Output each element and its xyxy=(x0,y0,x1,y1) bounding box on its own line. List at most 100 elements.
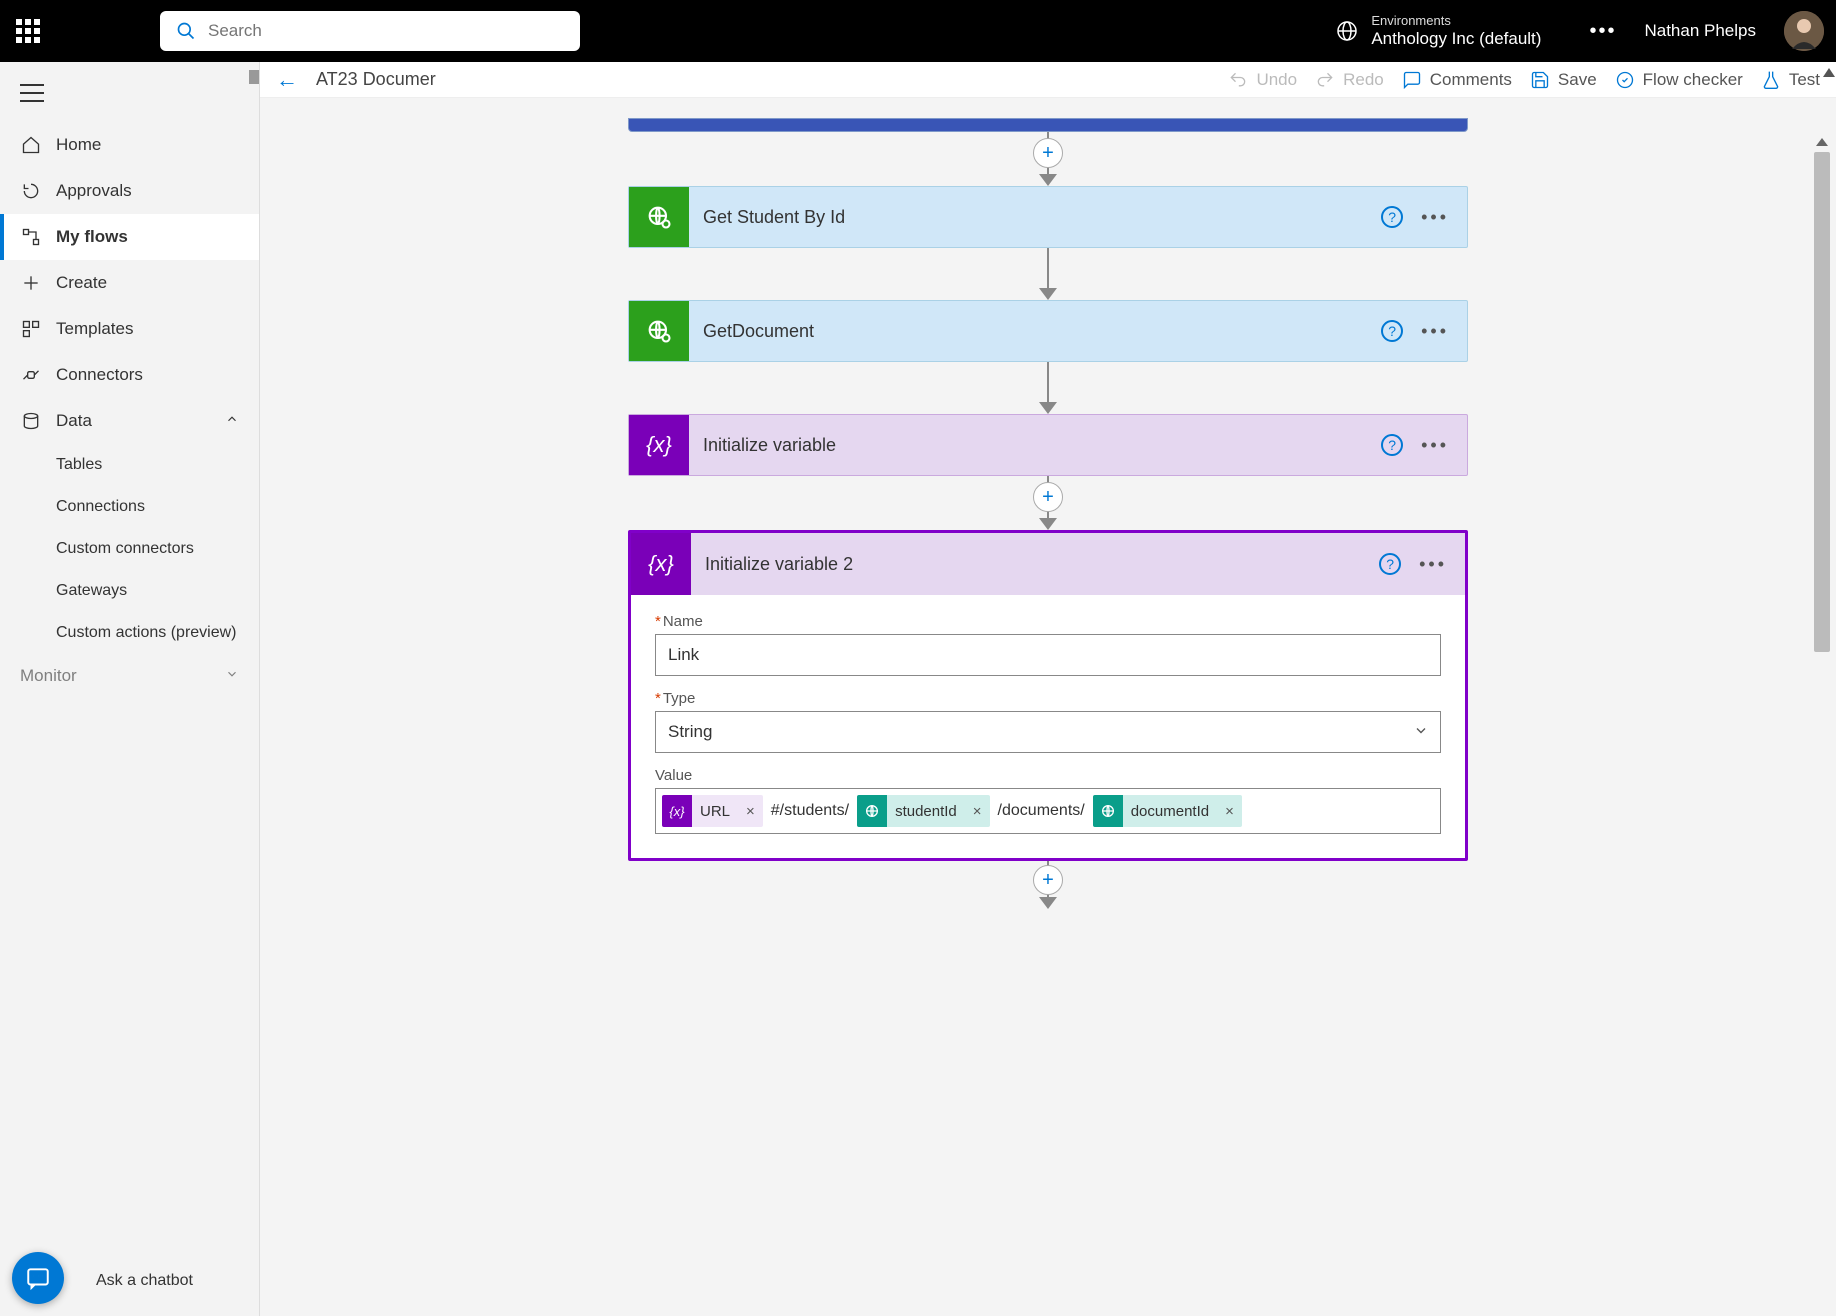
token-remove-button[interactable]: × xyxy=(1217,795,1242,827)
environment-label: Environments xyxy=(1371,13,1541,29)
chevron-down-icon xyxy=(225,666,239,686)
token-remove-button[interactable]: × xyxy=(965,795,990,827)
flows-icon xyxy=(20,226,42,248)
add-step-button[interactable]: + xyxy=(1033,138,1063,168)
test-button[interactable]: Test xyxy=(1761,70,1820,90)
sidebar-item-gateways[interactable]: Gateways xyxy=(56,570,259,612)
templates-icon xyxy=(20,318,42,340)
token-url[interactable]: {x} URL × xyxy=(662,795,763,827)
globe-icon xyxy=(1335,19,1359,43)
avatar[interactable] xyxy=(1784,11,1824,51)
step-more-button[interactable]: ••• xyxy=(1419,554,1447,575)
save-button[interactable]: Save xyxy=(1530,70,1597,90)
redo-button[interactable]: Redo xyxy=(1315,70,1384,90)
canvas-scrollbar[interactable] xyxy=(1814,138,1830,652)
sidebar-data-subnav: Tables Connections Custom connectors Gat… xyxy=(0,444,259,654)
sidebar-item-tables[interactable]: Tables xyxy=(56,444,259,486)
step-more-button[interactable]: ••• xyxy=(1421,435,1449,456)
chatbot-button[interactable] xyxy=(12,1252,64,1304)
sidebar-item-approvals[interactable]: Approvals xyxy=(0,168,259,214)
search-input[interactable] xyxy=(208,21,564,41)
sidebar-item-label: My flows xyxy=(56,227,128,247)
search-icon xyxy=(176,21,196,41)
flow-title: AT23 Documer xyxy=(316,69,436,90)
help-icon[interactable]: ? xyxy=(1381,320,1403,342)
sidebar: Home Approvals My flows Create Templates… xyxy=(0,62,260,1316)
sidebar-item-label: Custom actions (preview) xyxy=(56,624,237,642)
name-field-label: *Name xyxy=(655,613,1441,630)
http-icon xyxy=(629,187,689,247)
plus-icon xyxy=(20,272,42,294)
value-input[interactable]: {x} URL × #/students/ studentId × xyxy=(655,788,1441,834)
literal-text: /documents/ xyxy=(994,802,1089,820)
help-icon[interactable]: ? xyxy=(1381,434,1403,456)
sidebar-item-label: Monitor xyxy=(20,666,77,686)
type-field-label: *Type xyxy=(655,690,1441,707)
undo-button[interactable]: Undo xyxy=(1228,70,1297,90)
approvals-icon xyxy=(20,180,42,202)
sidebar-toggle[interactable] xyxy=(0,62,259,112)
save-label: Save xyxy=(1558,70,1597,90)
sidebar-scrollbar[interactable] xyxy=(249,70,259,84)
arrow-icon xyxy=(1039,288,1057,300)
sidebar-item-data[interactable]: Data xyxy=(0,398,259,444)
search-box[interactable] xyxy=(160,11,580,51)
ask-chatbot-label: Ask a chatbot xyxy=(96,1272,193,1290)
chat-icon xyxy=(25,1265,51,1291)
sidebar-item-templates[interactable]: Templates xyxy=(0,306,259,352)
home-icon xyxy=(20,134,42,156)
comments-button[interactable]: Comments xyxy=(1402,70,1512,90)
back-button[interactable]: ← xyxy=(276,67,298,93)
sidebar-item-monitor[interactable]: Monitor xyxy=(0,654,259,698)
help-icon[interactable]: ? xyxy=(1379,553,1401,575)
sidebar-item-custom-connectors[interactable]: Custom connectors xyxy=(56,528,259,570)
add-step-button[interactable]: + xyxy=(1033,865,1063,895)
help-icon[interactable]: ? xyxy=(1381,206,1403,228)
arrow-icon xyxy=(1039,518,1057,530)
hamburger-icon xyxy=(20,84,44,102)
sidebar-item-connectors[interactable]: Connectors xyxy=(0,352,259,398)
test-label: Test xyxy=(1789,70,1820,90)
http-icon xyxy=(629,301,689,361)
token-student-id[interactable]: studentId × xyxy=(857,795,989,827)
step-get-student-by-id[interactable]: Get Student By Id ?••• xyxy=(628,186,1468,248)
sidebar-item-label: Create xyxy=(56,273,107,293)
arrow-icon xyxy=(1039,897,1057,909)
dynamic-content-icon xyxy=(857,795,887,827)
type-select[interactable] xyxy=(655,711,1441,753)
step-title: Initialize variable 2 xyxy=(691,554,1379,575)
name-input[interactable] xyxy=(655,634,1441,676)
undo-label: Undo xyxy=(1256,70,1297,90)
step-initialize-variable[interactable]: {x} Initialize variable ? ••• xyxy=(628,414,1468,476)
chevron-up-icon xyxy=(225,411,239,431)
add-step-button[interactable]: + xyxy=(1033,482,1063,512)
flow-canvas[interactable]: + Get Student By Id ?••• GetDocument ?••… xyxy=(260,98,1836,1316)
token-label: URL xyxy=(692,795,738,827)
flow-checker-button[interactable]: Flow checker xyxy=(1615,70,1743,90)
step-form: *Name *Type Value xyxy=(631,595,1465,858)
sidebar-item-home[interactable]: Home xyxy=(0,122,259,168)
topbar-more-button[interactable]: ••• xyxy=(1589,20,1616,43)
variable-icon: {x} xyxy=(631,533,691,595)
sidebar-item-create[interactable]: Create xyxy=(0,260,259,306)
sidebar-item-label: Templates xyxy=(56,319,133,339)
connectors-icon xyxy=(20,364,42,386)
collapsed-step-stub[interactable] xyxy=(628,118,1468,132)
variable-icon: {x} xyxy=(662,795,692,827)
token-document-id[interactable]: documentId × xyxy=(1093,795,1242,827)
step-initialize-variable-2[interactable]: {x} Initialize variable 2 ? ••• *Name *Ty… xyxy=(628,530,1468,861)
variable-icon: {x} xyxy=(629,415,689,475)
step-title: Initialize variable xyxy=(689,435,1381,456)
step-get-document[interactable]: GetDocument ?••• xyxy=(628,300,1468,362)
app-launcher-button[interactable] xyxy=(12,15,44,47)
sidebar-item-my-flows[interactable]: My flows xyxy=(0,214,259,260)
token-remove-button[interactable]: × xyxy=(738,795,763,827)
arrow-icon xyxy=(1039,174,1057,186)
sidebar-item-label: Approvals xyxy=(56,181,132,201)
step-more-button[interactable]: ••• xyxy=(1421,207,1449,228)
step-more-button[interactable]: ••• xyxy=(1421,321,1449,342)
sidebar-item-connections[interactable]: Connections xyxy=(56,486,259,528)
sidebar-item-custom-actions[interactable]: Custom actions (preview) xyxy=(56,612,259,654)
sidebar-item-label: Data xyxy=(56,411,92,431)
environment-picker[interactable]: Environments Anthology Inc (default) xyxy=(1335,13,1541,49)
